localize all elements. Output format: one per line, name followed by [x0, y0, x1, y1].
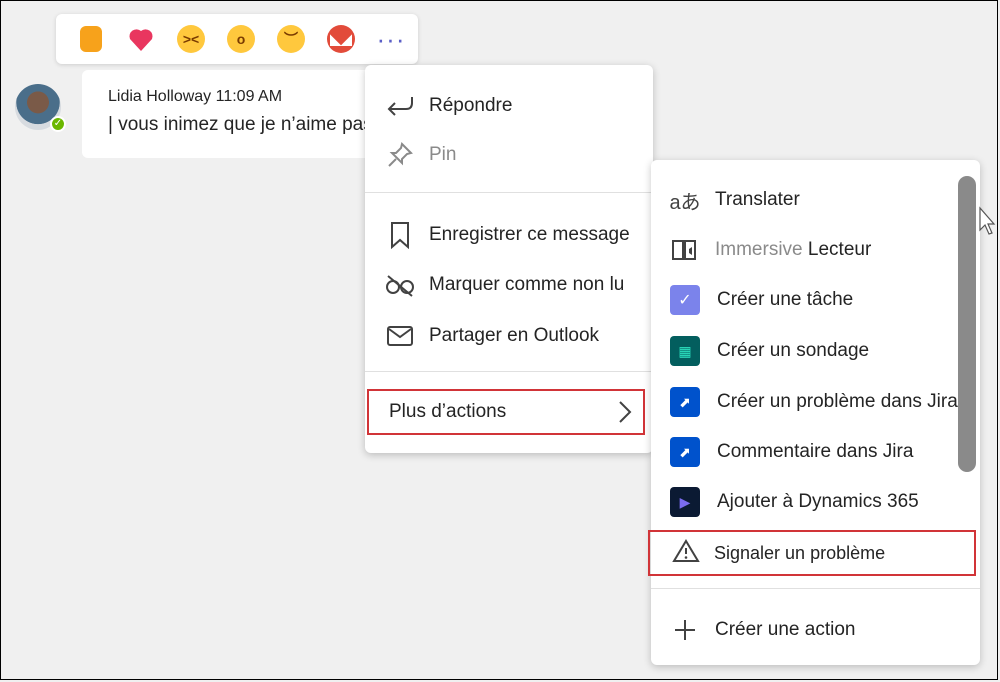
jira-comment-menu-item[interactable]: ⬈ Commentaire dans Jira	[651, 430, 961, 474]
more-dots-icon: ···	[376, 24, 406, 54]
jira-app-icon: ⬈	[669, 436, 701, 468]
report-problem-menu-item[interactable]: Signaler un problème	[648, 530, 976, 576]
menu-divider	[651, 588, 980, 589]
laugh-reaction[interactable]: ><	[166, 19, 216, 59]
laughing-face-icon: ><	[177, 25, 205, 53]
translate-icon: aあ	[669, 191, 701, 214]
create-poll-label: Créer un sondage	[717, 340, 870, 361]
more-actions-menu-item[interactable]: Plus d’actions	[367, 389, 645, 435]
thumbs-up-icon	[80, 26, 102, 52]
translate-menu-item[interactable]: aあ Translater	[651, 178, 961, 222]
jira-comment-label: Commentaire dans Jira	[717, 441, 914, 462]
pin-menu-item[interactable]: Pin	[365, 135, 653, 175]
mark-unread-menu-item[interactable]: Marquer comme non lu	[365, 265, 653, 305]
reply-menu-item[interactable]: Répondre	[365, 86, 653, 126]
message-bubble[interactable]: Lidia Holloway 11:09 AM | vous inimez qu…	[82, 70, 385, 158]
bookmark-icon	[385, 220, 415, 250]
create-action-label: Créer une action	[715, 619, 856, 640]
pin-label: Pin	[429, 144, 457, 165]
immersive-reader-label: Immersive Lecteur	[715, 239, 871, 261]
glasses-off-icon	[385, 270, 415, 300]
message-text: | vous inimez que je n’aime pas )	[108, 114, 385, 135]
immersive-reader-icon	[669, 234, 701, 266]
share-outlook-label: Partager en Outlook	[429, 325, 600, 346]
dynamics-app-icon: ▶	[669, 486, 701, 518]
author-name: Lidia Holloway	[108, 88, 212, 105]
add-dynamics-label: Ajouter à Dynamics 365	[717, 491, 919, 512]
create-task-menu-item[interactable]: ✓ Créer une tâche	[651, 278, 961, 322]
forms-app-icon: ▦	[669, 335, 701, 367]
chevron-right-icon	[617, 399, 633, 430]
immersive-label-part2: Lecteur	[807, 239, 872, 260]
translate-label: Translater	[715, 189, 800, 210]
immersive-reader-menu-item[interactable]: Immersive Lecteur	[651, 228, 961, 272]
jira-app-icon: ⬈	[669, 386, 701, 418]
mail-icon	[385, 321, 415, 351]
heart-reaction[interactable]	[116, 19, 166, 59]
more-reactions-button[interactable]: ···	[366, 19, 416, 59]
like-reaction[interactable]	[66, 19, 116, 59]
sad-reaction[interactable]: ︶	[266, 19, 316, 59]
reaction-bar: >< o ︶ ◣◢ ···	[56, 14, 418, 64]
save-message-menu-item[interactable]: Enregistrer ce message	[365, 215, 653, 255]
surprised-face-icon: o	[227, 25, 255, 53]
warning-icon	[672, 538, 700, 568]
more-actions-submenu: aあ Translater Immersive Lecteur ✓ Créer …	[651, 160, 980, 665]
surprised-reaction[interactable]: o	[216, 19, 266, 59]
create-action-menu-item[interactable]: Créer une action	[651, 608, 961, 652]
add-dynamics-menu-item[interactable]: ▶ Ajouter à Dynamics 365	[651, 480, 961, 524]
submenu-scrollbar[interactable]	[958, 176, 976, 472]
message-time: 11:09 AM	[215, 88, 283, 105]
report-problem-label: Signaler un problème	[714, 542, 886, 563]
tasks-app-icon: ✓	[669, 284, 701, 316]
create-poll-menu-item[interactable]: ▦ Créer un sondage	[651, 329, 961, 373]
heart-icon	[129, 29, 153, 51]
menu-divider	[365, 371, 653, 372]
save-message-label: Enregistrer ce message	[429, 224, 630, 245]
pin-icon	[385, 140, 415, 170]
mouse-cursor-icon	[979, 206, 996, 235]
more-actions-label: Plus d’actions	[389, 401, 507, 422]
mark-unread-label: Marquer comme non lu	[429, 274, 625, 295]
menu-divider	[365, 192, 653, 193]
plus-icon	[669, 614, 701, 646]
message-header: Lidia Holloway 11:09 AM	[108, 88, 382, 106]
create-jira-issue-menu-item[interactable]: ⬈ Créer un problème dans Jira	[651, 380, 961, 424]
immersive-label-part1: Immersive	[715, 239, 803, 260]
share-outlook-menu-item[interactable]: Partager en Outlook	[365, 316, 653, 356]
create-jira-issue-label: Créer un problème dans Jira	[717, 391, 958, 412]
presence-available-icon: ✓	[50, 116, 66, 132]
sad-face-icon: ︶	[277, 25, 305, 53]
create-task-label: Créer une tâche	[717, 289, 854, 310]
angry-reaction[interactable]: ◣◢	[316, 19, 366, 59]
angry-face-icon: ◣◢	[327, 25, 355, 53]
reply-label: Répondre	[429, 95, 513, 116]
reply-icon	[385, 91, 415, 121]
